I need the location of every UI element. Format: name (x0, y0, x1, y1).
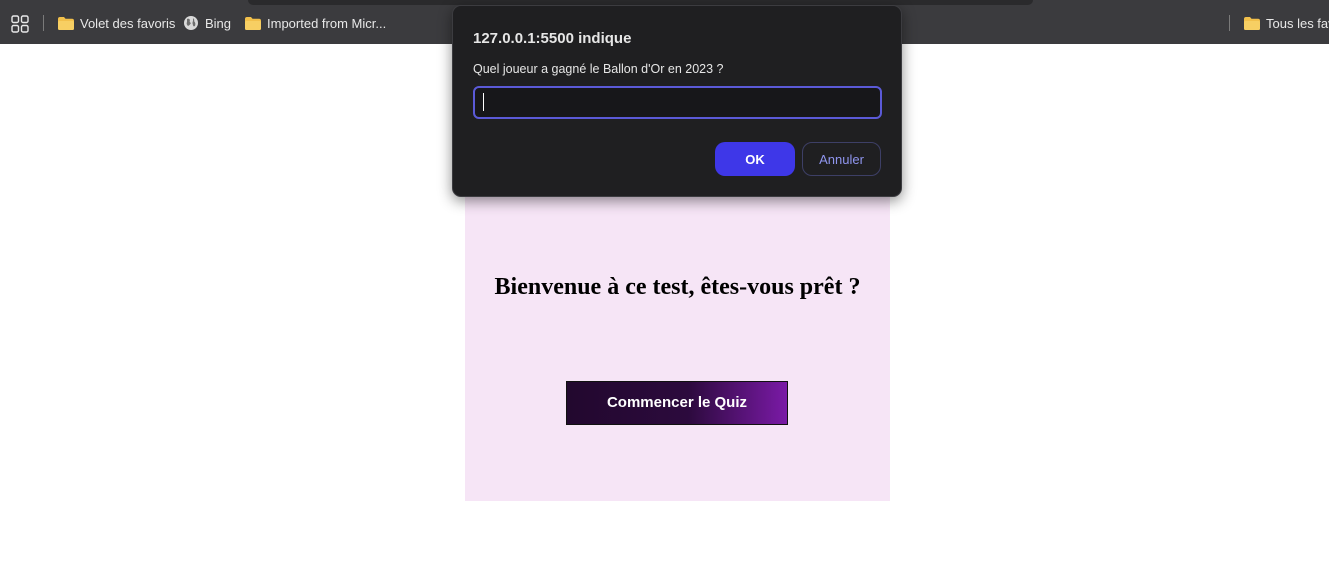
start-quiz-button[interactable]: Commencer le Quiz (566, 381, 788, 425)
cancel-button[interactable]: Annuler (802, 142, 881, 176)
favorite-tous-les-favoris[interactable]: Tous les favoris (1244, 12, 1329, 34)
globe-icon (184, 16, 198, 30)
favorite-label: Tous les favoris (1266, 15, 1329, 31)
folder-icon (58, 16, 74, 30)
favorite-volet-des-favoris[interactable]: Volet des favoris (58, 12, 175, 34)
dialog-title: 127.0.0.1:5500 indique (473, 30, 632, 47)
folder-icon (245, 16, 261, 30)
welcome-card: Bienvenue à ce test, êtes-vous prêt ? Co… (465, 196, 890, 501)
favorite-label: Volet des favoris (80, 15, 176, 31)
favorite-label: Imported from Micr... (267, 15, 387, 31)
dialog-message: Quel joueur a gagné le Ballon d'Or en 20… (473, 62, 724, 76)
separator (1229, 15, 1230, 31)
ok-button[interactable]: OK (715, 142, 795, 176)
favorite-bing[interactable]: Bing (183, 12, 231, 34)
favorite-label: Bing (205, 15, 232, 31)
text-caret (483, 93, 484, 111)
separator (43, 15, 44, 31)
apps-icon[interactable] (11, 15, 29, 33)
favorite-imported[interactable]: Imported from Micr... (245, 12, 386, 34)
answer-input[interactable] (473, 86, 882, 119)
folder-icon (1244, 16, 1260, 30)
prompt-dialog: 127.0.0.1:5500 indique Quel joueur a gag… (452, 5, 902, 197)
welcome-heading: Bienvenue à ce test, êtes-vous prêt ? (494, 274, 861, 300)
